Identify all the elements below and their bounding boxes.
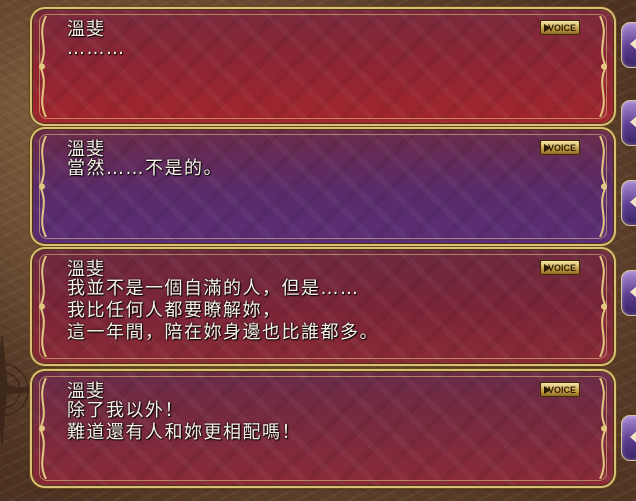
arrow-left-icon bbox=[630, 285, 636, 299]
dialogue-text: 當然……不是的。 bbox=[67, 158, 223, 180]
side-tab-3[interactable] bbox=[621, 180, 636, 226]
play-icon bbox=[544, 144, 551, 152]
dialogue-line: 這一年間，陪在妳身邊也比誰都多。 bbox=[67, 322, 379, 343]
backlog-entry: 溫斐 ……… VOICE bbox=[33, 10, 613, 123]
voice-replay-button[interactable]: VOICE bbox=[540, 140, 580, 155]
side-tab-5[interactable] bbox=[621, 415, 636, 461]
play-icon bbox=[544, 24, 551, 32]
backlog-entry: 溫斐 我並不是一個自滿的人，但是…… 我比任何人都要瞭解妳， 這一年間，陪在妳身… bbox=[33, 250, 613, 363]
ornament-right-icon bbox=[594, 15, 612, 118]
ornament-right-icon bbox=[594, 255, 612, 358]
dialogue-line: ……… bbox=[67, 38, 126, 59]
ornament-left-icon bbox=[34, 135, 52, 238]
play-icon bbox=[544, 386, 551, 394]
arrow-left-icon bbox=[630, 115, 636, 129]
ornament-left-icon bbox=[34, 377, 52, 480]
side-tab-2[interactable] bbox=[621, 100, 636, 146]
backlog-entry: 溫斐 當然……不是的。 VOICE bbox=[33, 130, 613, 243]
arrow-left-icon bbox=[630, 37, 636, 51]
ornament-left-icon bbox=[34, 15, 52, 118]
side-tab-1[interactable] bbox=[621, 22, 636, 68]
arrow-left-icon bbox=[630, 195, 636, 209]
ornament-left-icon bbox=[34, 255, 52, 358]
dialogue-text: 我並不是一個自滿的人，但是…… 我比任何人都要瞭解妳， 這一年間，陪在妳身邊也比… bbox=[67, 278, 379, 344]
dialogue-line: 我並不是一個自滿的人，但是…… bbox=[67, 278, 360, 299]
voice-replay-button[interactable]: VOICE bbox=[540, 382, 580, 397]
dialogue-line: 除了我以外！ bbox=[67, 400, 184, 421]
dialogue-line: 當然……不是的。 bbox=[67, 158, 223, 179]
ornament-right-icon bbox=[594, 135, 612, 238]
dialogue-line: 難道還有人和妳更相配嗎！ bbox=[67, 422, 301, 443]
dialogue-line: 我比任何人都要瞭解妳， bbox=[67, 300, 282, 321]
ornament-right-icon bbox=[594, 377, 612, 480]
arrow-left-icon bbox=[630, 430, 636, 444]
voice-replay-button[interactable]: VOICE bbox=[540, 20, 580, 35]
dialogue-text: ……… bbox=[67, 38, 126, 60]
panel-frame bbox=[39, 134, 607, 239]
dialogue-text: 除了我以外！ 難道還有人和妳更相配嗎！ bbox=[67, 400, 301, 444]
side-tab-4[interactable] bbox=[621, 270, 636, 316]
backlog-entry: 溫斐 除了我以外！ 難道還有人和妳更相配嗎！ VOICE bbox=[33, 372, 613, 485]
play-icon bbox=[544, 264, 551, 272]
voice-replay-button[interactable]: VOICE bbox=[540, 260, 580, 275]
panel-frame bbox=[39, 14, 607, 119]
